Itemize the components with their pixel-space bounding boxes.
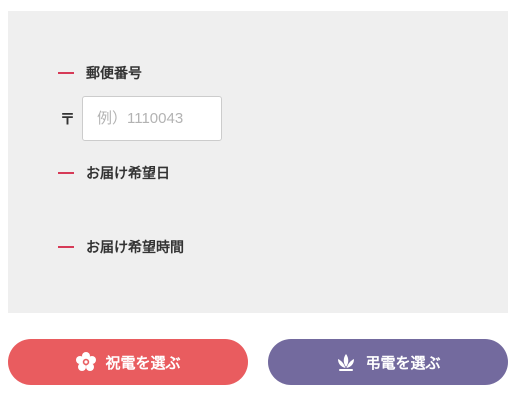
accent-dash [58, 246, 74, 248]
accent-dash [58, 172, 74, 174]
flower-icon [75, 351, 97, 373]
lotus-icon [335, 351, 357, 373]
postal-code-label: 郵便番号 [86, 66, 142, 82]
delivery-form-panel: 郵便番号 〒 お届け希望日 お届け希望時間 [8, 11, 508, 313]
postal-code-row: 〒 [60, 96, 222, 141]
postal-code-input[interactable] [82, 96, 222, 141]
delivery-time-label: お届け希望時間 [86, 240, 184, 256]
choose-condolence-telegram-button[interactable]: 弔電を選ぶ [268, 339, 508, 385]
postal-code-heading: 郵便番号 [58, 63, 142, 83]
delivery-date-heading: お届け希望日 [58, 163, 170, 183]
delivery-date-label: お届け希望日 [86, 166, 170, 182]
condolence-button-label: 弔電を選ぶ [365, 353, 441, 372]
postal-mark-symbol: 〒 [60, 110, 76, 128]
celebration-button-label: 祝電を選ぶ [105, 353, 181, 372]
accent-dash [58, 72, 74, 74]
choose-celebration-telegram-button[interactable]: 祝電を選ぶ [8, 339, 248, 385]
delivery-time-heading: お届け希望時間 [58, 237, 184, 257]
